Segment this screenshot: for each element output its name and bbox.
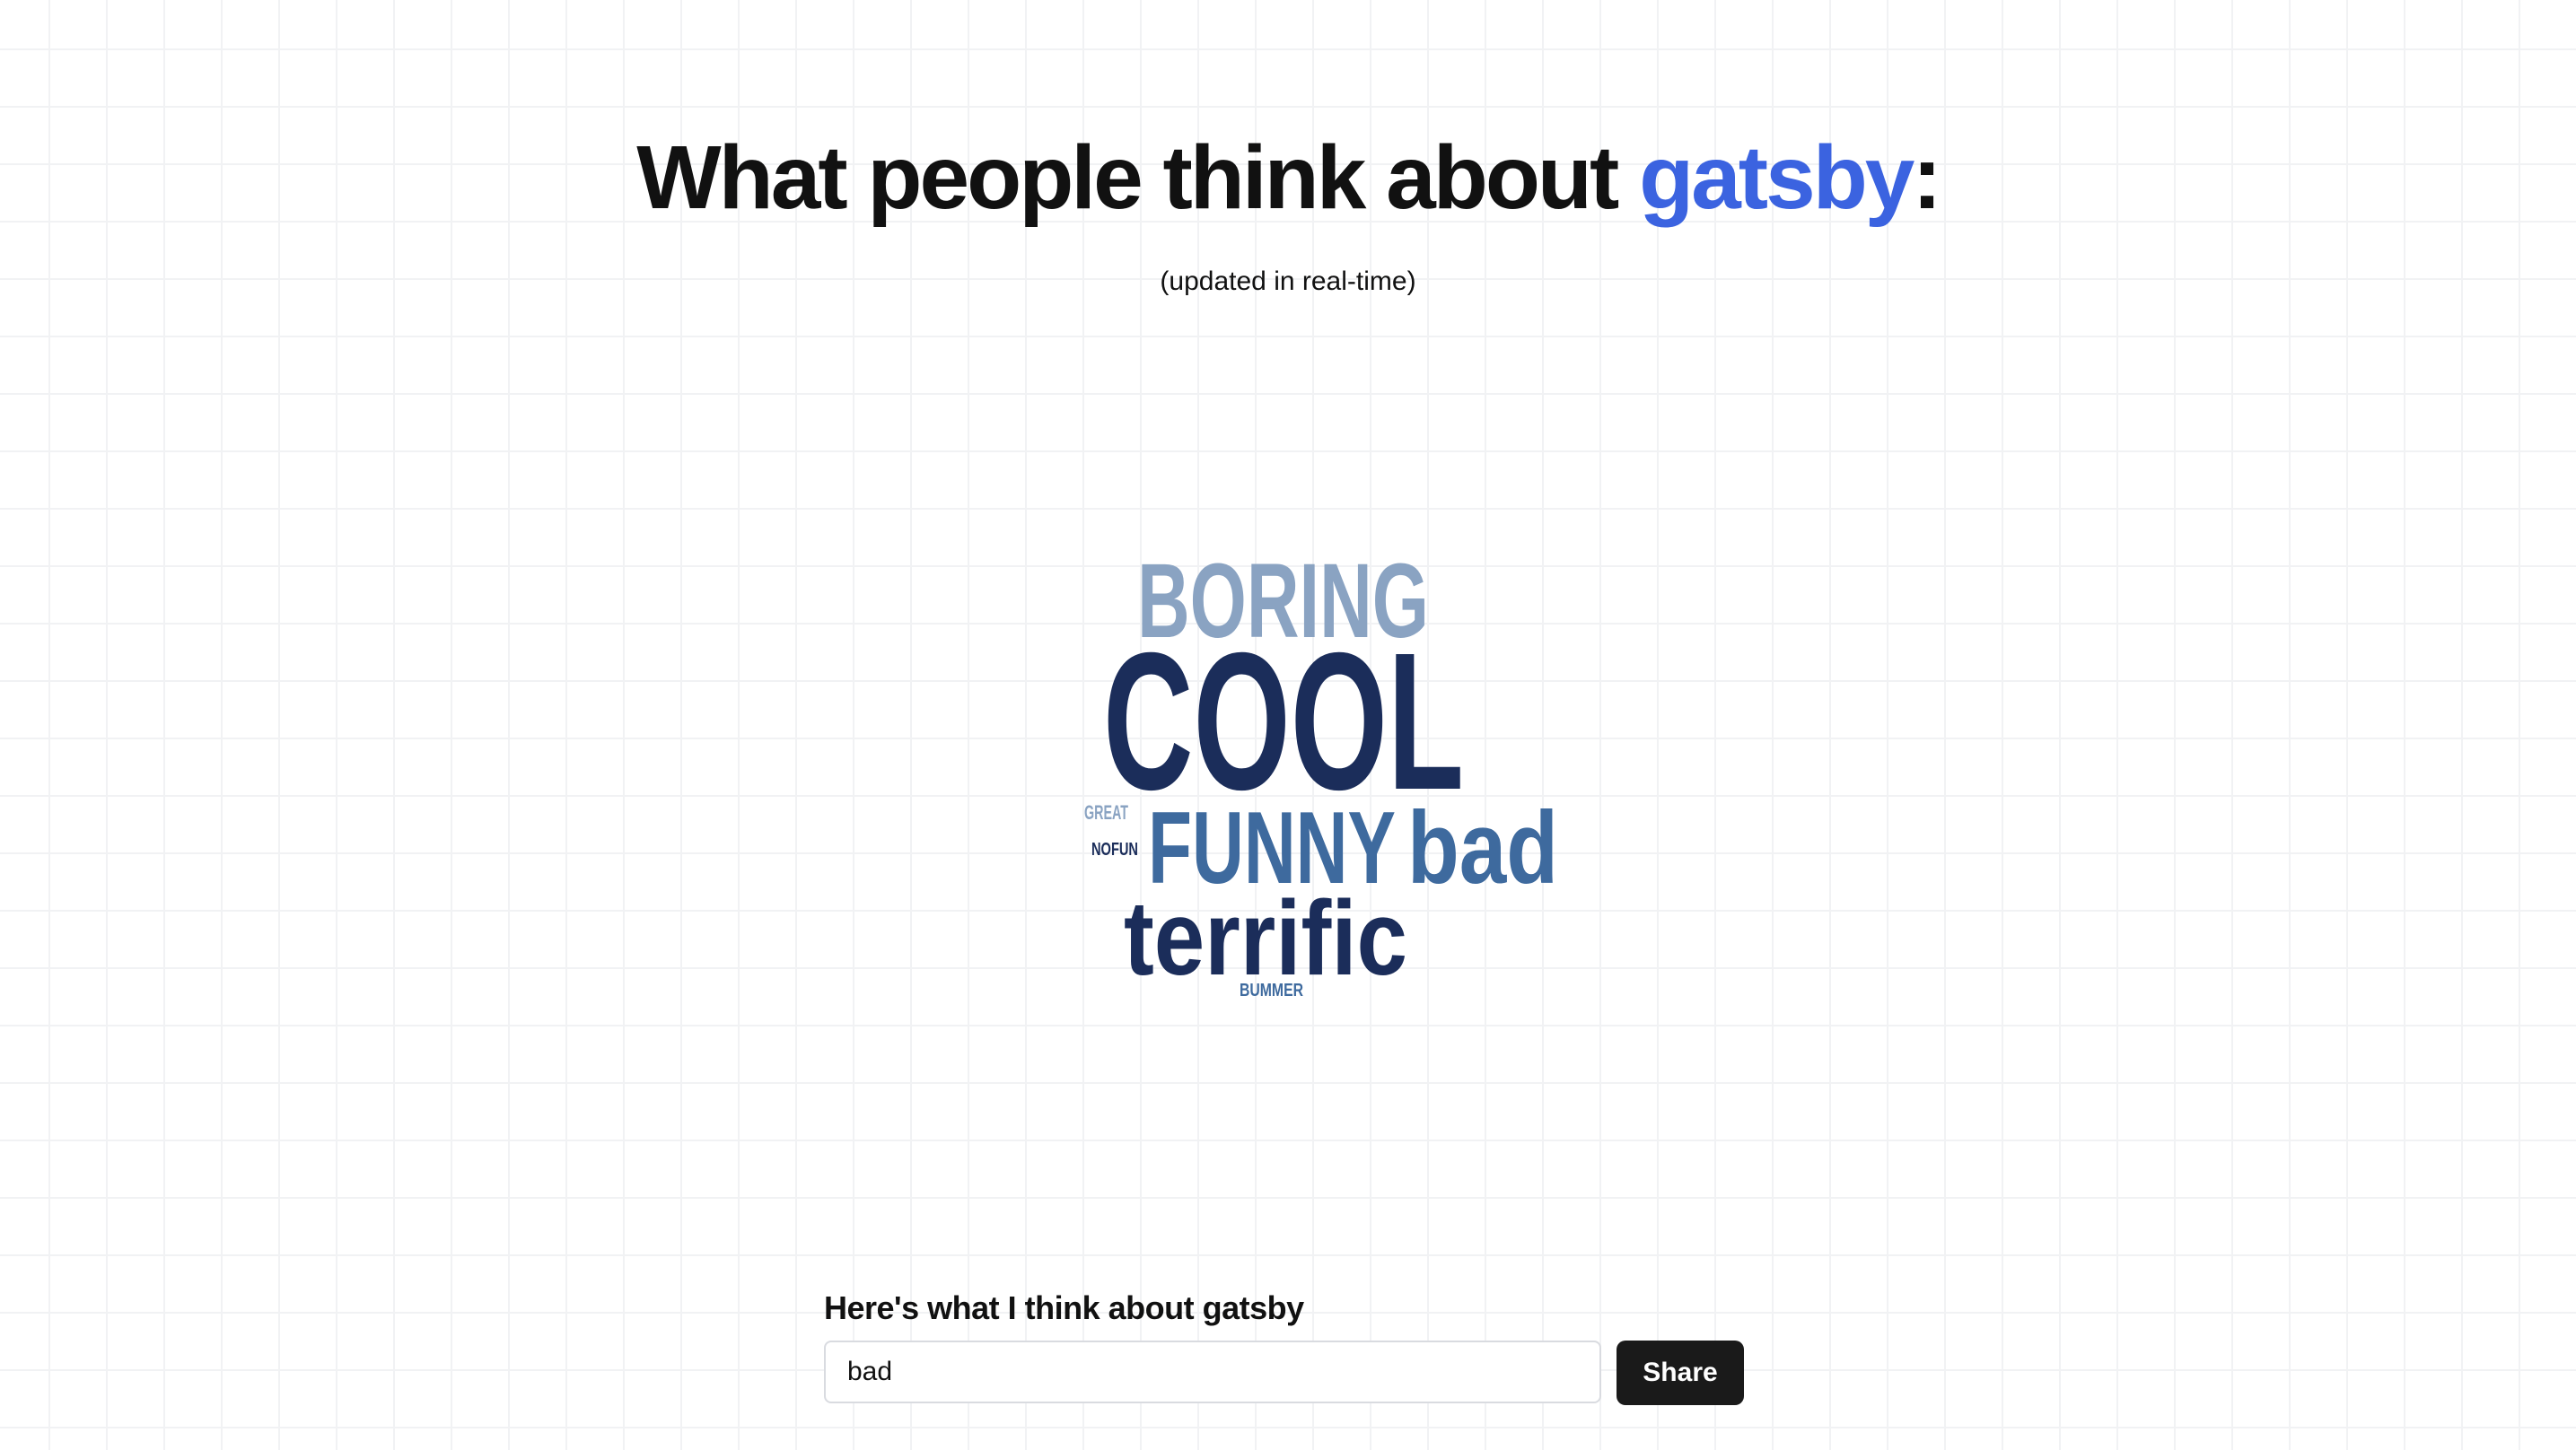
word-cloud-word: bad [1407,791,1558,905]
share-button[interactable]: Share [1617,1341,1744,1405]
opinion-label: Here's what I think about gatsby [824,1289,1304,1326]
word-cloud-word: NOFUN [1091,840,1138,860]
word-cloud-word: GREAT [1084,801,1128,824]
word-cloud-word: BUMMER [1240,981,1303,1000]
opinion-input[interactable] [824,1341,1601,1403]
word-cloud: BORING COOL GREAT NOFUN FUNNY bad terrif… [1084,542,1558,1000]
